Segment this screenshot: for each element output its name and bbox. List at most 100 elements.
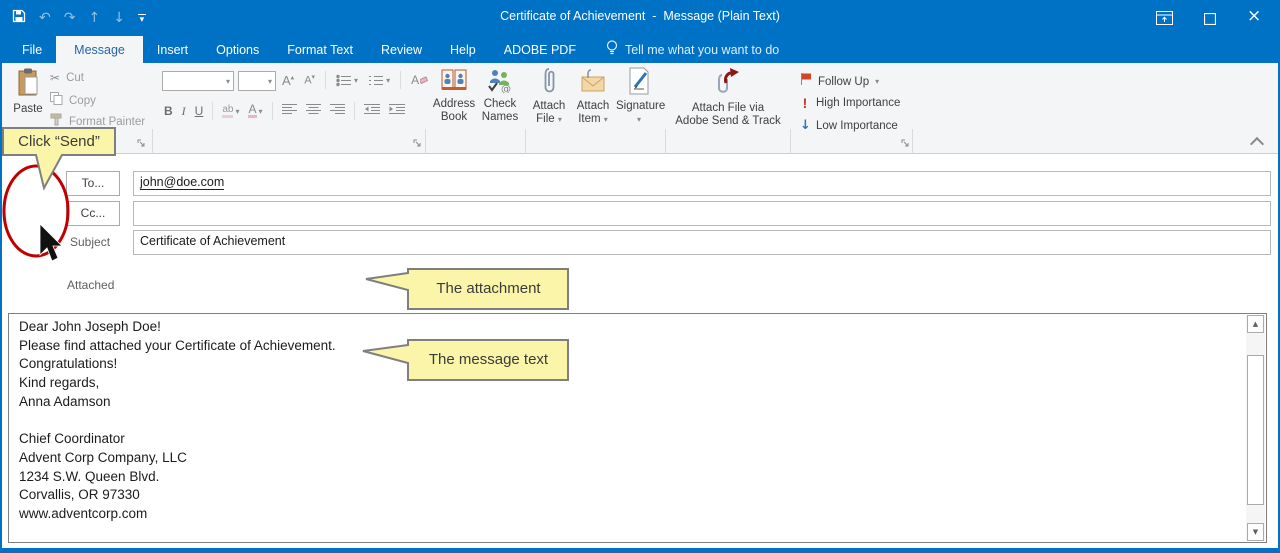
paperclip-icon xyxy=(542,67,556,100)
shrink-font-button[interactable]: A▾ xyxy=(304,73,315,87)
font-color-button[interactable]: A ▾ xyxy=(248,102,263,118)
basic-text-dialog-launcher-icon[interactable] xyxy=(413,136,423,154)
numbering-button[interactable]: ▾ xyxy=(368,74,390,87)
subject-field[interactable]: Certificate of Achievement xyxy=(133,230,1271,255)
font-color-icon: A xyxy=(248,102,257,118)
tab-review[interactable]: Review xyxy=(367,36,436,63)
increase-indent-button[interactable] xyxy=(388,102,405,120)
collapse-ribbon-icon[interactable] xyxy=(1249,136,1265,152)
bullets-button[interactable]: ▾ xyxy=(336,74,358,87)
follow-up-button[interactable]: Follow Up ▾ xyxy=(800,72,879,91)
to-recipient[interactable]: john@doe.com xyxy=(140,175,225,190)
align-right-button[interactable] xyxy=(329,102,345,120)
adobe-send-track-icon xyxy=(712,65,744,102)
signature-icon xyxy=(627,67,651,100)
ribbon-display-options-icon[interactable] xyxy=(1156,11,1173,30)
address-book-button[interactable]: Address Book xyxy=(430,67,478,124)
scroll-down-button[interactable]: ▼ xyxy=(1247,523,1264,541)
title-bar: ↶ ↷ ↑ ↓ ▾ Certificate of Achievement - M… xyxy=(0,0,1280,36)
message-line: Please find attached your Certificate of… xyxy=(19,337,336,353)
caret-down-icon: ▾ xyxy=(225,77,230,86)
message-header-form: Send To... john@doe.com Cc... Subject Ce… xyxy=(0,154,1280,458)
copy-button[interactable]: Copy xyxy=(50,92,96,110)
bullets-icon xyxy=(336,74,352,86)
address-book-label-1: Address xyxy=(432,98,476,110)
tell-me-box[interactable]: Tell me what you want to do xyxy=(606,36,779,63)
attach-file-label-1: Attach xyxy=(532,100,566,112)
underline-button[interactable]: U xyxy=(195,104,204,118)
attach-item-label-2: Item ▾ xyxy=(578,113,608,125)
bold-button[interactable]: B xyxy=(164,104,173,118)
message-line: Dear John Joseph Doe! xyxy=(19,319,161,334)
tab-adobe-pdf[interactable]: ADOBE PDF xyxy=(490,36,590,63)
highlight-icon: ab xyxy=(222,104,234,118)
scrollbar-thumb[interactable] xyxy=(1247,355,1264,505)
grow-font-button[interactable]: A▴ xyxy=(282,73,294,88)
font-size-combobox[interactable]: ▾ xyxy=(238,71,276,91)
paste-button[interactable]: Paste xyxy=(8,68,48,116)
separator xyxy=(400,71,402,89)
message-line: 1234 S.W. Queen Blvd. xyxy=(19,468,160,484)
high-importance-label: High Importance xyxy=(816,97,901,109)
caret-down-icon: ▾ xyxy=(258,106,263,116)
paste-icon xyxy=(16,68,40,103)
eraser-icon xyxy=(420,76,429,84)
decrease-indent-button[interactable] xyxy=(363,102,380,120)
font-name-combobox[interactable]: ▾ xyxy=(162,71,234,91)
window-border-bottom xyxy=(0,548,1280,553)
high-importance-icon: ! xyxy=(802,95,808,111)
caret-down-icon: ▾ xyxy=(267,77,272,86)
message-body[interactable]: Dear John Joseph Doe! Please find attach… xyxy=(8,313,1267,543)
subject-label: Subject xyxy=(70,235,111,249)
cc-field[interactable] xyxy=(133,201,1271,226)
to-field[interactable]: john@doe.com xyxy=(133,171,1271,196)
attach-item-icon xyxy=(579,67,607,100)
cut-icon: ✂ xyxy=(50,71,61,85)
numbering-icon xyxy=(369,75,384,85)
caret-down-icon: ▾ xyxy=(636,115,641,124)
check-names-label-1: Check xyxy=(483,98,517,110)
close-icon[interactable]: × xyxy=(1247,6,1261,26)
caret-down-icon: ▾ xyxy=(603,115,608,124)
maximize-icon[interactable] xyxy=(1203,12,1217,30)
ribbon-tab-row: File Message Insert Options Format Text … xyxy=(0,36,1280,63)
to-button[interactable]: To... xyxy=(66,171,120,196)
paste-label: Paste xyxy=(13,103,43,115)
message-line: Kind regards, xyxy=(19,375,100,391)
tab-options[interactable]: Options xyxy=(202,36,273,63)
check-names-icon: @ xyxy=(487,67,513,98)
message-line: Advent Corp Company, LLC xyxy=(19,449,187,465)
cut-button[interactable]: ✂ Cut xyxy=(50,71,84,85)
scroll-up-button[interactable]: ▲ xyxy=(1247,315,1264,333)
signature-button[interactable]: Signature ▾ xyxy=(616,67,665,126)
follow-up-label: Follow Up xyxy=(818,75,870,88)
high-importance-button[interactable]: ! High Importance xyxy=(800,95,901,111)
cc-button[interactable]: Cc... xyxy=(66,201,120,226)
tab-insert[interactable]: Insert xyxy=(143,36,202,63)
tab-message[interactable]: Message xyxy=(56,36,143,63)
message-text[interactable]: Dear John Joseph Doe! Please find attach… xyxy=(19,319,1240,525)
caret-down-icon: ▾ xyxy=(354,75,359,85)
adobe-send-track-button[interactable]: Attach File via Adobe Send & Track xyxy=(668,65,788,128)
clear-formatting-button[interactable]: A xyxy=(411,73,429,87)
separator xyxy=(212,102,214,120)
vertical-scrollbar[interactable]: ▲ ▼ xyxy=(1246,315,1265,541)
callout-send-text: Click “Send” xyxy=(18,133,100,150)
italic-button[interactable]: I xyxy=(182,104,186,119)
attach-item-button[interactable]: Attach Item ▾ xyxy=(572,67,614,126)
window-title: Certificate of Achievement - Message (Pl… xyxy=(500,9,780,23)
check-names-button[interactable]: @ Check Names xyxy=(478,67,522,124)
tab-file[interactable]: File xyxy=(8,36,56,63)
text-highlight-button[interactable]: ab ▾ xyxy=(222,104,239,118)
separator xyxy=(353,102,355,120)
low-importance-button[interactable]: ↓ Low Importance xyxy=(800,118,898,133)
copy-icon xyxy=(50,92,63,110)
align-left-button[interactable] xyxy=(281,102,297,120)
tab-format-text[interactable]: Format Text xyxy=(273,36,367,63)
attach-file-button[interactable]: Attach File ▾ xyxy=(528,67,570,126)
clipboard-dialog-launcher-icon[interactable] xyxy=(137,136,147,154)
tab-help[interactable]: Help xyxy=(436,36,490,63)
tags-dialog-launcher-icon[interactable] xyxy=(901,136,911,154)
cut-label: Cut xyxy=(66,72,84,84)
align-center-button[interactable] xyxy=(305,102,321,120)
